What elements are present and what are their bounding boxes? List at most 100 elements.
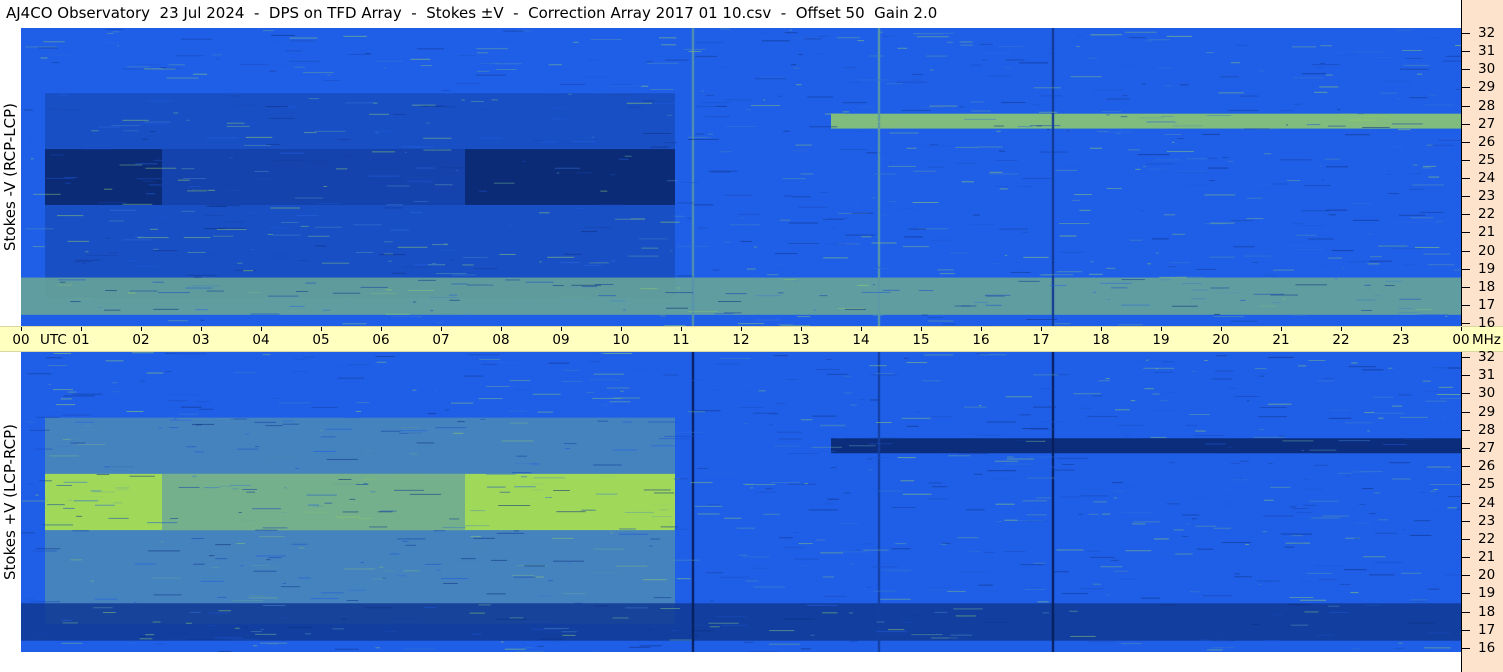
spectrogram-noise-streak: [509, 606, 515, 608]
spectrogram-noise-streak: [191, 537, 204, 539]
freq-tick-mark: [1462, 123, 1470, 125]
spectrogram-noise-streak: [1270, 486, 1291, 488]
spectrogram-noise-streak: [1341, 267, 1345, 269]
freq-tick-label: 19: [1478, 585, 1496, 602]
spectrogram-noise-streak: [1101, 111, 1122, 113]
spectrogram-noise-streak: [323, 80, 340, 82]
spectrogram-noise-streak: [822, 218, 844, 220]
spectrogram-noise-streak: [1409, 97, 1428, 99]
spectrogram-noise-streak: [1278, 110, 1294, 112]
spectrogram-vertical-line: [1051, 352, 1055, 652]
spectrogram-noise-streak: [1106, 267, 1116, 269]
spectrogram-noise-streak: [719, 357, 751, 359]
spectrogram-noise-streak: [272, 64, 297, 66]
spectrogram-noise-streak: [208, 612, 230, 614]
spectrogram-noise-streak: [627, 106, 642, 108]
spectrogram-noise-streak: [1191, 298, 1207, 300]
spectrogram-noise-streak: [693, 630, 714, 632]
spectrogram-noise-streak: [355, 251, 374, 253]
spectrogram-noise-streak: [745, 385, 749, 387]
spectrogram-noise-streak: [268, 295, 299, 297]
spectrogram-noise-streak: [134, 563, 156, 565]
spectrogram-noise-streak: [830, 467, 837, 469]
spectrogram-noise-streak: [509, 617, 524, 619]
spectrogram-noise-streak: [779, 537, 793, 539]
spectrogram-noise-streak: [1415, 246, 1440, 248]
spectrogram-noise-streak: [72, 530, 89, 532]
spectrogram-noise-streak: [262, 30, 274, 32]
spectrogram-noise-streak: [823, 257, 848, 259]
spectrogram-noise-streak: [750, 438, 763, 440]
spectrogram-noise-streak: [813, 309, 817, 311]
spectrogram-noise-streak: [324, 502, 333, 504]
spectrogram-noise-streak: [1181, 535, 1189, 537]
spectrogram-noise-streak: [332, 628, 344, 630]
spectrogram-noise-streak: [1327, 587, 1331, 589]
spectrogram-noise-streak: [168, 211, 175, 213]
spectrogram-noise-streak: [166, 77, 199, 79]
spectrogram-noise-streak: [494, 182, 515, 184]
spectrogram-noise-streak: [1267, 356, 1294, 358]
spectrogram-noise-streak: [1146, 121, 1175, 123]
spectrogram-noise-streak: [1399, 214, 1426, 216]
spectrogram-noise-streak: [375, 60, 403, 62]
spectrogram-noise-streak: [444, 409, 450, 411]
freq-tick-label: 22: [1478, 206, 1496, 223]
spectrogram-noise-streak: [868, 443, 893, 445]
spectrogram-noise-streak: [1129, 239, 1143, 241]
spectrogram-noise-streak: [1057, 457, 1089, 459]
freq-tick-mark: [1462, 611, 1470, 613]
spectrogram-noise-streak: [885, 83, 903, 85]
spectrogram-noise-streak: [1211, 378, 1233, 380]
spectrogram-noise-streak: [714, 313, 734, 315]
spectrogram-noise-streak: [1213, 316, 1245, 318]
spectrogram-noise-streak: [767, 274, 779, 276]
spectrogram-noise-streak: [899, 208, 917, 210]
spectrogram-noise-streak: [1092, 395, 1103, 397]
spectrogram-noise-streak: [259, 457, 285, 459]
spectrogram-noise-streak: [300, 225, 309, 227]
spectrogram-noise-streak: [218, 485, 232, 487]
spectrogram-noise-streak: [870, 456, 895, 458]
freq-tick-label: 20: [1478, 242, 1496, 259]
spectrogram-noise-streak: [651, 516, 673, 518]
spectrogram-noise-streak: [884, 562, 894, 564]
spectrogram-noise-streak: [1361, 498, 1378, 500]
spectrogram-noise-streak: [758, 151, 771, 153]
spectrogram-noise-streak: [978, 584, 993, 586]
spectrogram-noise-streak: [1260, 407, 1287, 409]
spectrogram-noise-streak: [882, 35, 895, 37]
spectrogram-noise-streak: [70, 559, 82, 561]
spectrogram-noise-streak: [1339, 113, 1366, 115]
spectrogram-noise-streak: [1163, 214, 1176, 216]
spectrogram-noise-streak: [912, 201, 939, 203]
spectrogram-noise-streak: [181, 210, 195, 212]
spectrogram-noise-streak: [708, 133, 713, 135]
spectrogram-noise-streak: [749, 487, 754, 489]
time-tick-label: 12: [732, 332, 750, 348]
spectrogram-noise-streak: [363, 483, 368, 485]
spectrogram-lighter-gap: [162, 149, 465, 205]
spectrogram-noise-streak: [689, 635, 699, 637]
spectrogram-noise-streak: [782, 178, 806, 180]
spectrogram-noise-streak: [533, 477, 565, 479]
freq-tick-label: 32: [1478, 25, 1496, 41]
spectrogram-noise-streak: [253, 570, 277, 572]
spectrogram-noise-streak: [683, 48, 706, 50]
spectrogram-noise-streak: [310, 598, 339, 600]
spectrogram-noise-streak: [368, 175, 400, 177]
spectrogram-noise-streak: [1039, 111, 1058, 113]
spectrogram-noise-streak: [1144, 40, 1152, 42]
spectrogram-noise-streak: [178, 413, 199, 415]
spectrogram-noise-streak: [754, 78, 787, 80]
spectrogram-noise-streak: [1042, 612, 1050, 614]
spectrogram-noise-streak: [622, 421, 633, 423]
spectrogram-noise-streak: [353, 224, 382, 226]
spectrogram-noise-streak: [270, 255, 290, 257]
spectrogram-noise-streak: [206, 137, 239, 139]
spectrogram-noise-streak: [1092, 89, 1123, 91]
spectrogram-noise-streak: [628, 646, 651, 648]
spectrogram-noise-streak: [1306, 124, 1321, 126]
spectrogram-noise-streak: [745, 580, 759, 582]
spectrogram-noise-streak: [1386, 173, 1392, 175]
